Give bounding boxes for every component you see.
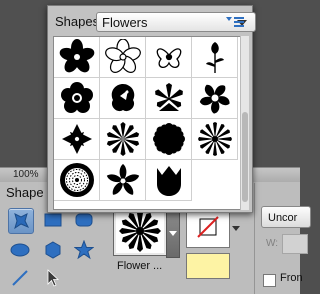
from-center-label: Fron [280,272,303,284]
flower-2-outline-icon [104,39,141,73]
flower-6-hibiscus-icon [111,84,134,112]
scroll-thumb[interactable] [242,112,248,202]
width-label: W: [266,238,279,249]
flower-9-four-petal-icon [61,124,92,154]
ellipse-tool-button[interactable] [8,238,32,262]
shape-cell[interactable] [146,37,192,78]
shapes-label: Shapes [55,14,100,29]
shapes-popup: Shapes Flowers [47,5,256,213]
polygon-tool-button[interactable] [41,238,65,262]
constraint-dropdown[interactable]: Uncor [261,206,311,228]
shape-cell[interactable] [146,119,192,160]
custom-shape-icon [14,213,30,230]
shape-cell[interactable] [54,78,100,119]
shape-cell[interactable] [100,119,146,160]
flower-3-orchid-icon [156,48,181,68]
flower-5-icon [60,82,93,113]
shape-category-value: Flowers [102,15,148,30]
flower-11-daisy-icon [152,123,185,155]
flower-star-icon [119,210,161,252]
current-shape-name: Flower ... [117,260,163,272]
flower-10-star-icon [106,122,139,156]
shapes-grid [53,36,241,210]
polygon-icon [45,241,61,259]
shape-color-swatch[interactable] [186,253,230,279]
shape-cell[interactable] [146,160,192,201]
flower-8-pinwheel-icon [199,84,230,114]
shape-cell[interactable] [100,78,146,119]
shape-cell[interactable] [100,37,146,78]
from-center-checkbox[interactable] [263,274,276,287]
rectangle-icon [44,213,62,227]
flower-14-five-petal-icon [106,164,139,195]
flower-13-sunflower-icon [59,163,94,197]
ellipse-icon [10,243,30,257]
style-dropdown-arrow[interactable] [232,226,240,231]
shape-picker-dropdown-button[interactable] [166,206,180,258]
shape-cell[interactable] [100,160,146,201]
star-tool-button[interactable] [72,238,96,262]
current-shape-preview[interactable] [113,206,167,256]
line-tool-button[interactable] [8,266,32,290]
no-style-icon [197,216,219,238]
star-icon [74,240,94,260]
shape-cell[interactable] [54,37,100,78]
selection-tool-button[interactable] [41,266,65,290]
line-icon [12,270,28,286]
width-field[interactable] [282,234,308,254]
panel-menu-icon[interactable] [224,14,246,30]
flower-1-icon [59,39,94,73]
shape-cell[interactable] [192,78,238,119]
shape-cell[interactable] [192,37,238,78]
shape-section-title: Shape [6,185,44,200]
shape-cell[interactable] [54,160,100,201]
rounded-rectangle-icon [75,213,93,227]
panel-divider [254,183,255,294]
shapes-scrollbar[interactable] [240,36,249,210]
flower-7-lily-icon [154,83,183,111]
selection-arrow-icon [47,269,60,287]
flower-15-tulip-icon [156,166,181,196]
flower-4-stem-icon [205,42,224,73]
shape-cell[interactable] [54,119,100,160]
shape-cell[interactable] [192,119,238,160]
shape-cell[interactable] [146,78,192,119]
flower-12-aster-icon [197,122,232,156]
custom-shape-tool-button[interactable] [8,208,34,234]
zoom-level: 100% [13,169,39,180]
